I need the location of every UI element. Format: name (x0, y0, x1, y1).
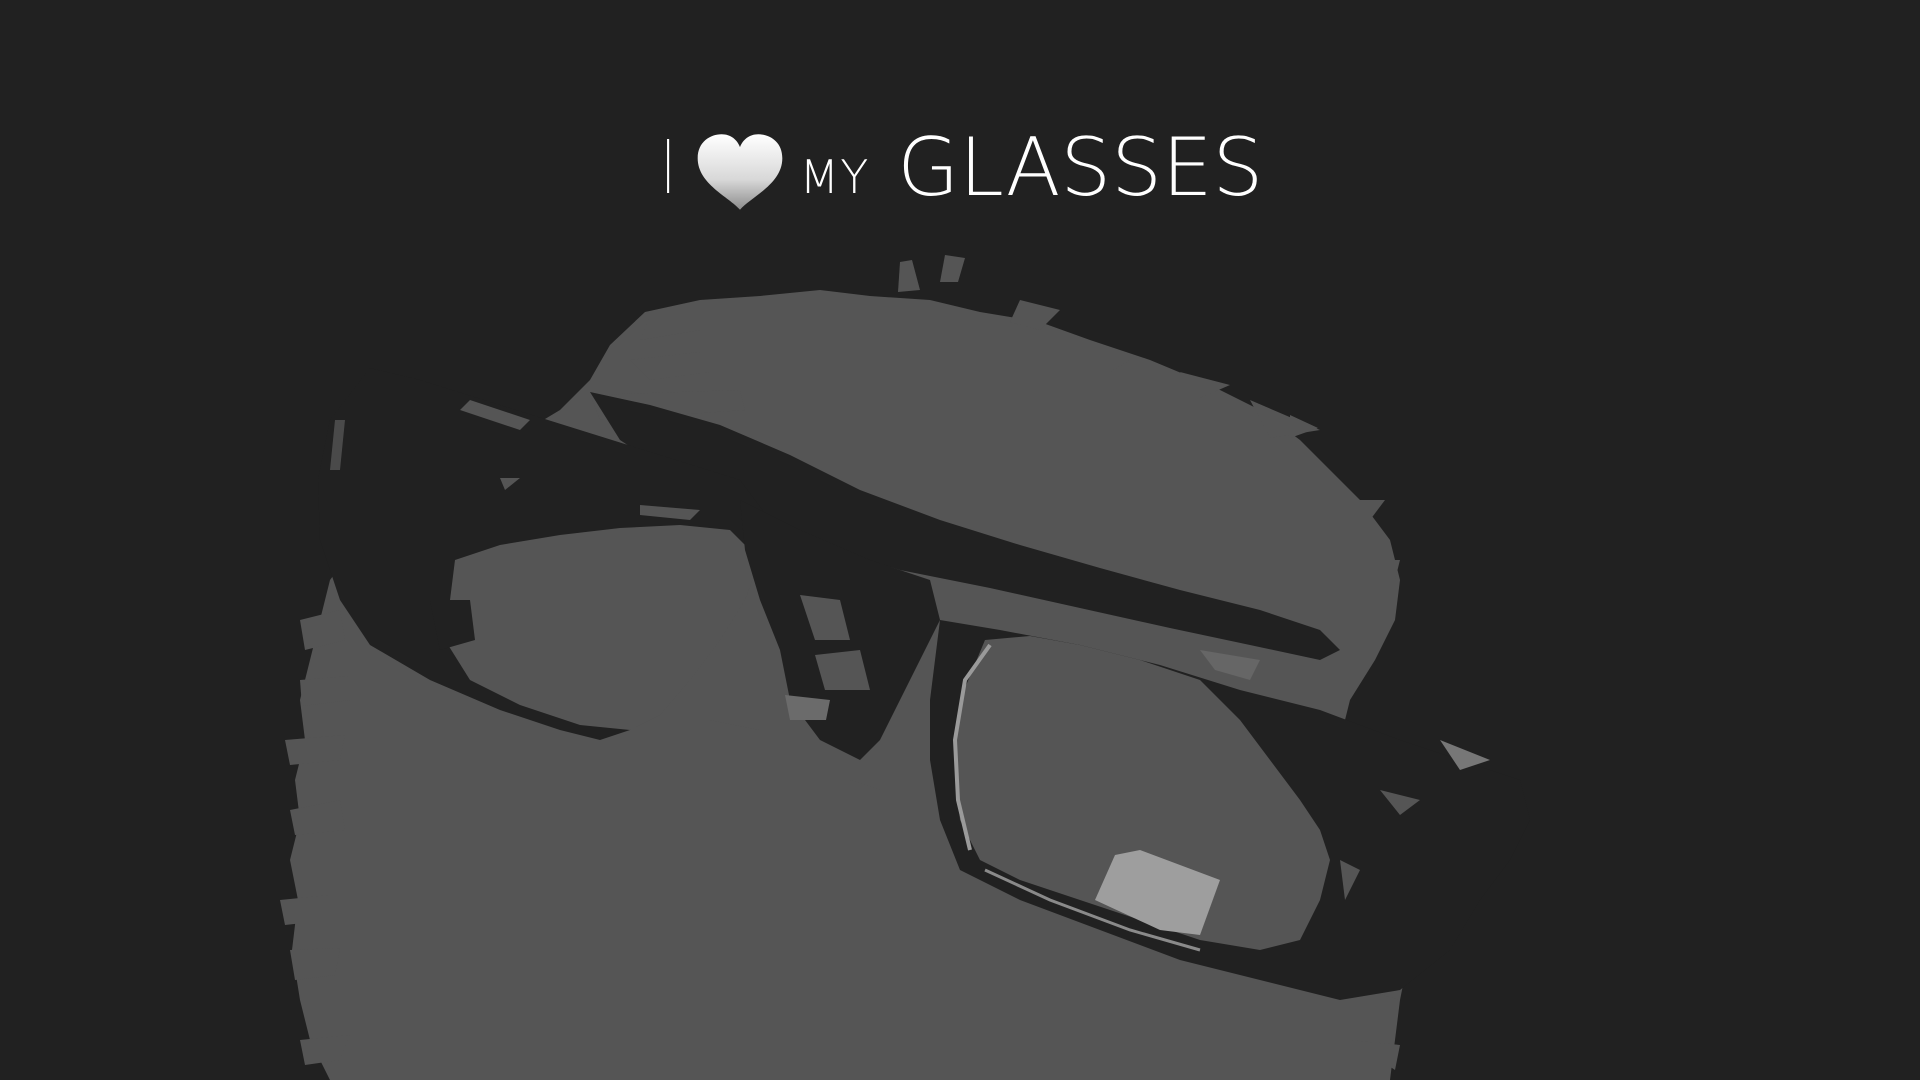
heart-icon (697, 134, 782, 210)
title: I MY GLASSES (0, 118, 1920, 218)
poster-canvas: I MY GLASSES (0, 0, 1920, 1080)
title-word-glasses: GLASSES (897, 121, 1264, 214)
title-word-my: MY (799, 150, 870, 204)
title-word-i: I (661, 125, 675, 211)
